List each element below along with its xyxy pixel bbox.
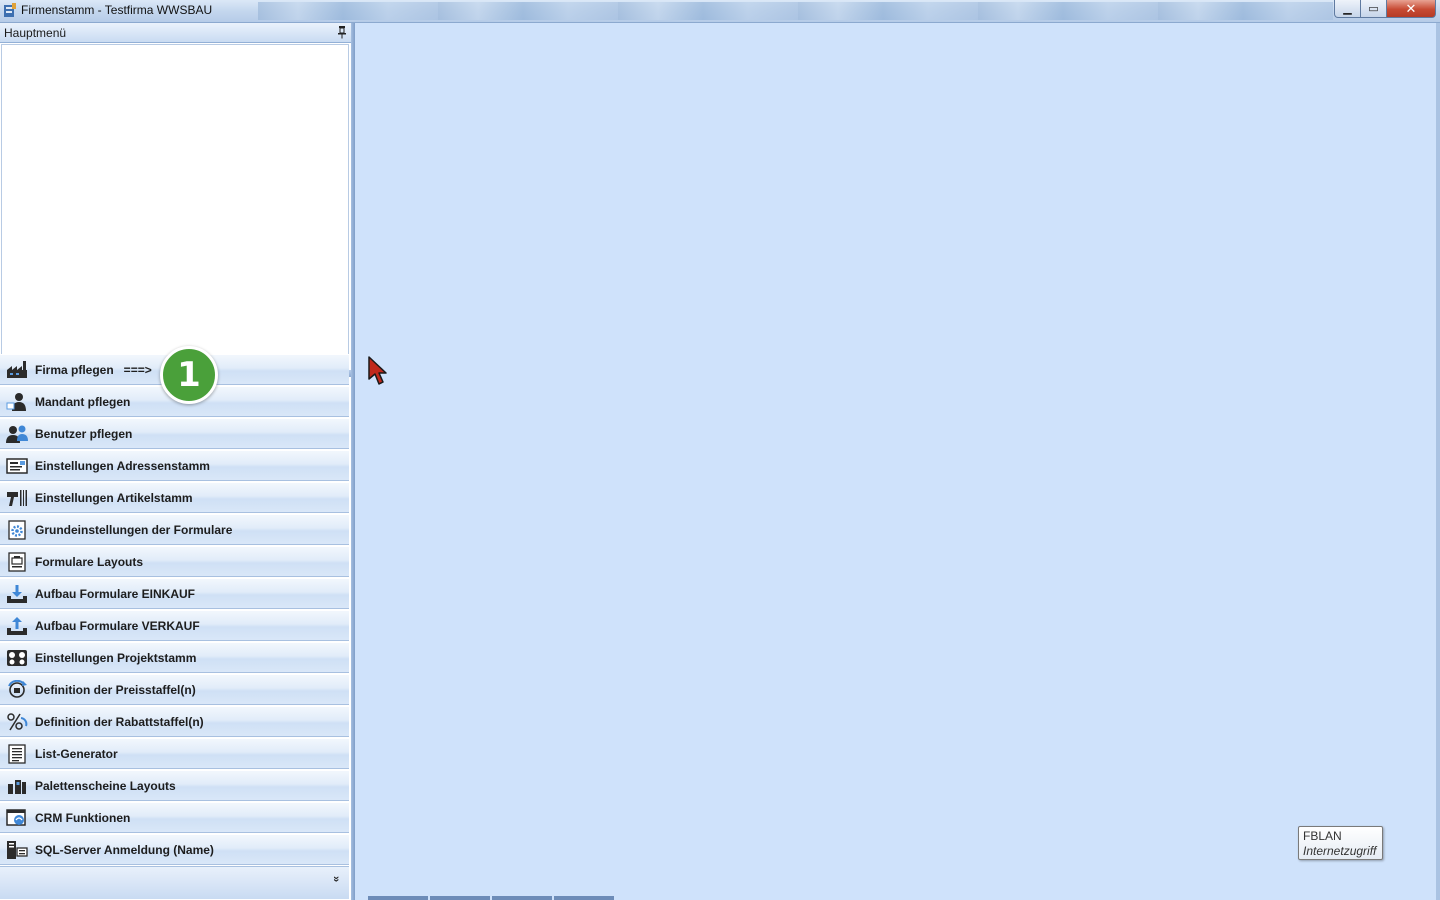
nav-item-label: Grundeinstellungen der Formulare xyxy=(35,523,233,537)
network-status-tooltip: FBLAN Internetzugriff xyxy=(1298,826,1383,860)
nav-item-label: SQL-Server Anmeldung (Name) xyxy=(35,843,214,857)
close-button[interactable]: ✕ xyxy=(1386,0,1436,18)
menu-tree-area[interactable] xyxy=(1,44,349,370)
nav-item-label: Definition der Rabattstaffel(n) xyxy=(35,715,204,729)
nav-item-aufbau-formulare-verkauf[interactable]: Aufbau Formulare VERKAUF xyxy=(0,610,349,641)
nav-item-label: Einstellungen Adressenstamm xyxy=(35,459,210,473)
nav-item-benutzer-pflegen[interactable]: Benutzer pflegen xyxy=(0,418,349,449)
app-icon xyxy=(4,3,16,17)
nav-item-label: Definition der Preisstaffel(n) xyxy=(35,683,196,697)
window-title: Firmenstamm - Testfirma WWSBAU xyxy=(21,3,213,17)
nav-item-definition-preisstaffel[interactable]: Definition der Preisstaffel(n) xyxy=(0,674,349,705)
sql-server-icon xyxy=(7,841,28,859)
nav-item-label: Benutzer pflegen xyxy=(35,427,133,441)
nav-item-aufbau-formulare-einkauf[interactable]: Aufbau Formulare EINKAUF xyxy=(0,578,349,609)
pin-icon[interactable] xyxy=(336,25,348,39)
chevron-down-icon[interactable]: » xyxy=(330,876,342,882)
list-icon xyxy=(8,744,26,764)
nav-item-list-generator[interactable]: List-Generator xyxy=(0,738,349,769)
mouse-cursor-icon xyxy=(368,356,387,385)
nav-item-crm-funktionen[interactable]: CRM Funktionen xyxy=(0,802,349,833)
price-scale-icon xyxy=(8,680,27,698)
nav-item-sql-server-anmeldung[interactable]: SQL-Server Anmeldung (Name) xyxy=(0,834,349,865)
barcode-scanner-icon xyxy=(7,490,27,506)
crm-icon xyxy=(6,809,26,826)
main-menu-panel: Hauptmenü Firma pflegen ===> Mandant pfl… xyxy=(0,23,352,900)
nav-item-label: Formulare Layouts xyxy=(35,555,144,569)
pallet-icon xyxy=(8,780,26,794)
workspace-area xyxy=(355,23,1440,900)
nav-item-label: Palettenscheine Layouts xyxy=(35,779,176,793)
maximize-icon: ▭ xyxy=(1368,3,1379,15)
address-card-icon xyxy=(6,458,28,474)
tray-download-icon xyxy=(7,585,27,603)
nav-item-definition-rabattstaffel[interactable]: Definition der Rabattstaffel(n) xyxy=(0,706,349,737)
nav-item-label: List-Generator xyxy=(35,747,118,761)
nav-item-einstellungen-artikelstamm[interactable]: Einstellungen Artikelstamm xyxy=(0,482,349,513)
form-layout-icon xyxy=(8,552,26,572)
panel-title: Hauptmenü xyxy=(4,26,67,40)
panel-header: Hauptmenü xyxy=(0,23,351,43)
workspace-edge xyxy=(1436,23,1440,900)
tray-upload-icon xyxy=(7,617,27,635)
title-bar: Firmenstamm - Testfirma WWSBAU ▁ ▭ ✕ xyxy=(0,0,1440,23)
close-icon: ✕ xyxy=(1405,0,1417,16)
nav-item-formulare-layouts[interactable]: Formulare Layouts xyxy=(0,546,349,577)
step-number-badge: 1 xyxy=(160,346,218,404)
nav-item-grundeinstellungen-formulare[interactable]: Grundeinstellungen der Formulare xyxy=(0,514,349,545)
tooltip-network-status: Internetzugriff xyxy=(1303,844,1377,858)
minimize-button[interactable]: ▁ xyxy=(1334,0,1361,18)
nav-item-label: Einstellungen Artikelstamm xyxy=(35,491,193,505)
nav-overflow-bar[interactable]: » xyxy=(0,866,349,899)
factory-icon xyxy=(7,361,27,378)
project-icon xyxy=(7,650,27,666)
nav-item-label: Mandant pflegen xyxy=(35,395,131,409)
bottom-tab-strip[interactable] xyxy=(368,896,616,900)
nav-item-label: Aufbau Formulare EINKAUF xyxy=(35,587,196,601)
nav-item-label: CRM Funktionen xyxy=(35,811,131,825)
nav-item-einstellungen-adressenstamm[interactable]: Einstellungen Adressenstamm xyxy=(0,450,349,481)
nav-item-label: Aufbau Formulare VERKAUF xyxy=(35,619,200,633)
nav-item-label: Firma pflegen ===> xyxy=(35,363,152,377)
form-settings-icon xyxy=(8,520,26,540)
nav-item-einstellungen-projektstamm[interactable]: Einstellungen Projektstamm xyxy=(0,642,349,673)
minimize-icon: ▁ xyxy=(1343,3,1352,15)
discount-icon xyxy=(7,713,28,731)
users-icon xyxy=(6,425,28,443)
nav-item-label: Einstellungen Projektstamm xyxy=(35,651,197,665)
title-bar-background xyxy=(258,2,1333,20)
maximize-button[interactable]: ▭ xyxy=(1360,0,1387,18)
user-client-icon xyxy=(6,393,26,411)
nav-item-palettenscheine-layouts[interactable]: Palettenscheine Layouts xyxy=(0,770,349,801)
tooltip-network-name: FBLAN xyxy=(1303,829,1342,843)
